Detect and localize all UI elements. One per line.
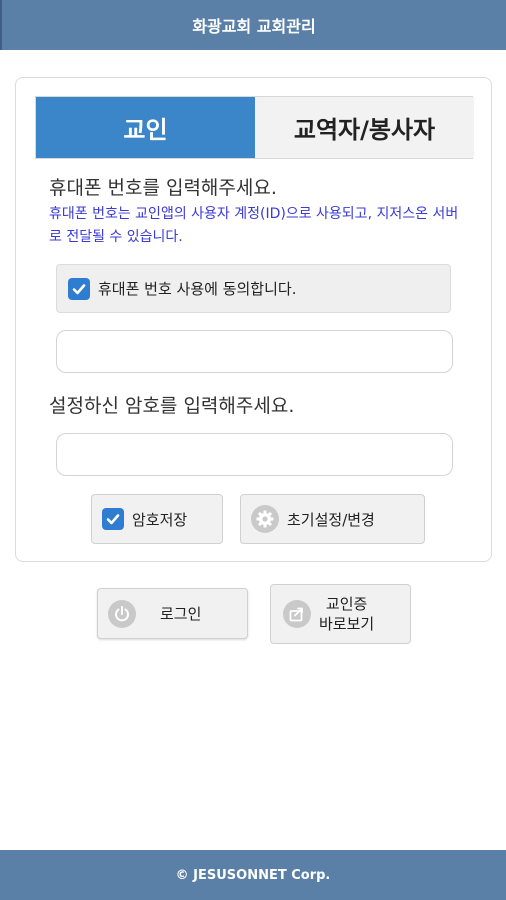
member-card-button[interactable]: 교인증 바로보기 bbox=[270, 584, 411, 644]
header-bar: 화광교회 교회관리 bbox=[0, 0, 506, 50]
phone-consent-checkbox[interactable]: 휴대폰 번호 사용에 동의합니다. bbox=[56, 264, 451, 313]
member-card-label: 교인증 바로보기 bbox=[319, 594, 374, 634]
phone-number-input[interactable] bbox=[56, 330, 453, 373]
save-password-checkbox[interactable]: 암호저장 bbox=[91, 494, 223, 544]
tab-staff-volunteer[interactable]: 교역자/봉사자 bbox=[255, 97, 474, 158]
footer-bar: © JESUSONNET Corp. bbox=[0, 850, 506, 900]
power-icon bbox=[108, 599, 136, 628]
phone-prompt: 휴대폰 번호를 입력해주세요. bbox=[49, 177, 277, 199]
phone-notice: 휴대폰 번호는 교인앱의 사용자 계정(ID)으로 사용되고, 지저스온 서버로… bbox=[49, 206, 459, 245]
phone-consent-label: 휴대폰 번호 사용에 동의합니다. bbox=[98, 280, 297, 298]
reset-change-button[interactable]: 초기설정/변경 bbox=[240, 494, 425, 544]
login-card: 교인 교역자/봉사자 휴대폰 번호를 입력해주세요. 휴대폰 번호는 교인앱의 … bbox=[15, 77, 492, 562]
gear-icon bbox=[251, 505, 279, 533]
tab-member[interactable]: 교인 bbox=[36, 97, 255, 158]
app-title: 화광교회 교회관리 bbox=[192, 17, 316, 36]
password-input[interactable] bbox=[56, 433, 453, 476]
user-type-tabs: 교인 교역자/봉사자 bbox=[35, 96, 474, 159]
reset-change-label: 초기설정/변경 bbox=[287, 510, 375, 529]
share-icon bbox=[283, 600, 311, 628]
password-prompt: 설정하신 암호를 입력해주세요. bbox=[49, 395, 295, 417]
checkmark-icon bbox=[102, 508, 124, 530]
checkmark-icon bbox=[68, 277, 90, 300]
login-label: 로그인 bbox=[160, 605, 202, 623]
member-card-label-line1: 교인증 bbox=[325, 595, 368, 613]
copyright-text: © JESUSONNET Corp. bbox=[175, 867, 331, 883]
login-button[interactable]: 로그인 bbox=[97, 588, 248, 639]
save-password-label: 암호저장 bbox=[132, 510, 188, 529]
member-card-label-line2: 바로보기 bbox=[319, 615, 375, 633]
